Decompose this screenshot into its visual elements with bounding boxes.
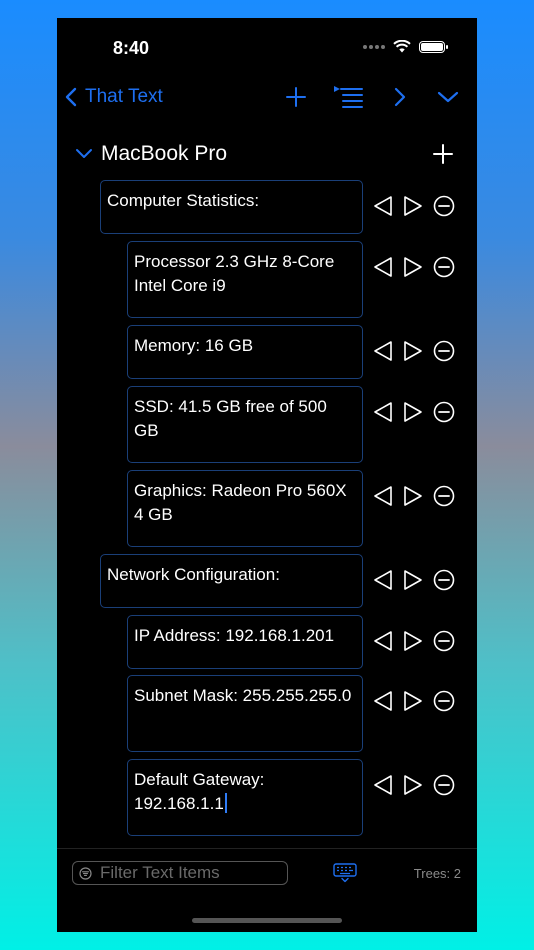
outdent-triangle-icon[interactable] [373, 485, 393, 507]
navigation-bar: That Text [57, 80, 477, 120]
tree-item-text: Computer Statistics: [107, 191, 260, 210]
tree-item[interactable]: Graphics: Radeon Pro 560X 4 GB [127, 470, 363, 547]
outdent-triangle-icon[interactable] [373, 774, 393, 796]
back-button[interactable]: That Text [65, 86, 163, 108]
indent-triangle-icon[interactable] [403, 195, 423, 217]
outdent-triangle-icon[interactable] [373, 630, 393, 652]
remove-item-icon[interactable] [433, 690, 455, 712]
item-controls [373, 569, 455, 591]
indent-triangle-icon[interactable] [403, 340, 423, 362]
indent-triangle-icon[interactable] [403, 569, 423, 591]
item-controls [373, 690, 455, 712]
remove-item-icon[interactable] [433, 774, 455, 796]
add-item-icon[interactable] [433, 144, 453, 164]
filter-icon [79, 866, 92, 880]
item-controls [373, 485, 455, 507]
item-controls [373, 256, 455, 278]
status-icons [363, 40, 448, 53]
remove-item-icon[interactable] [433, 256, 455, 278]
tree-item[interactable]: Network Configuration: [100, 554, 363, 608]
status-time: 8:40 [113, 38, 150, 58]
tree-header[interactable]: MacBook Pro [75, 142, 227, 166]
tree-item[interactable]: Subnet Mask: 255.255.255.0 [127, 675, 363, 752]
tree-item-text: Processor 2.3 GHz 8-Core Intel Core i9 [134, 252, 335, 295]
home-indicator[interactable] [192, 918, 342, 923]
outdent-triangle-icon[interactable] [373, 340, 393, 362]
indent-triangle-icon[interactable] [403, 630, 423, 652]
filter-field[interactable] [72, 861, 288, 885]
outline-list-icon[interactable] [333, 84, 363, 110]
add-icon[interactable] [285, 86, 307, 108]
indent-triangle-icon[interactable] [403, 690, 423, 712]
tree-item-text: Subnet Mask: 255.255.255.0 [134, 686, 352, 705]
tree-item-text: Network Configuration: [107, 565, 280, 584]
remove-item-icon[interactable] [433, 195, 455, 217]
tree-item-text: SSD: 41.5 GB free of 500 GB [134, 397, 327, 440]
back-button-label: That Text [85, 86, 163, 107]
filter-input[interactable] [100, 863, 280, 883]
tree-item-text: Default Gateway: 192.168.1.1 [134, 770, 265, 813]
text-cursor [224, 793, 227, 813]
chevron-down-icon[interactable] [75, 148, 93, 160]
chevron-right-icon[interactable] [393, 86, 407, 108]
remove-item-icon[interactable] [433, 485, 455, 507]
item-controls [373, 195, 455, 217]
tree-item[interactable]: SSD: 41.5 GB free of 500 GB [127, 386, 363, 463]
indent-triangle-icon[interactable] [403, 774, 423, 796]
outdent-triangle-icon[interactable] [373, 401, 393, 423]
item-controls [373, 774, 455, 796]
remove-item-icon[interactable] [433, 340, 455, 362]
cellular-icon [363, 44, 385, 49]
item-controls [373, 340, 455, 362]
tree-title: MacBook Pro [101, 142, 228, 165]
battery-icon [419, 40, 448, 53]
trees-count: Trees: 2 [413, 866, 461, 881]
remove-item-icon[interactable] [433, 569, 455, 591]
tree-item-text: Graphics: Radeon Pro 560X 4 GB [134, 481, 347, 524]
indent-triangle-icon[interactable] [403, 256, 423, 278]
app-screen: 8:40 That Text MacBook Pro Computer Stat… [57, 18, 477, 932]
tree-item-text: IP Address: 192.168.1.201 [134, 626, 335, 645]
outdent-triangle-icon[interactable] [373, 690, 393, 712]
chevron-down-icon[interactable] [437, 90, 459, 104]
tree-item-text: Memory: 16 GB [134, 336, 254, 355]
keyboard-icon[interactable] [333, 863, 357, 883]
tree-item[interactable]: Memory: 16 GB [127, 325, 363, 379]
remove-item-icon[interactable] [433, 401, 455, 423]
chevron-left-icon [65, 87, 77, 107]
tree-item[interactable]: IP Address: 192.168.1.201 [127, 615, 363, 669]
outdent-triangle-icon[interactable] [373, 256, 393, 278]
item-controls [373, 401, 455, 423]
wifi-icon [393, 40, 411, 53]
indent-triangle-icon[interactable] [403, 401, 423, 423]
item-controls [373, 630, 455, 652]
tree-item[interactable]: Computer Statistics: [100, 180, 363, 234]
outdent-triangle-icon[interactable] [373, 569, 393, 591]
tree-item[interactable]: Processor 2.3 GHz 8-Core Intel Core i9 [127, 241, 363, 318]
outdent-triangle-icon[interactable] [373, 195, 393, 217]
remove-item-icon[interactable] [433, 630, 455, 652]
indent-triangle-icon[interactable] [403, 485, 423, 507]
tree-item[interactable]: Default Gateway: 192.168.1.1 [127, 759, 363, 836]
